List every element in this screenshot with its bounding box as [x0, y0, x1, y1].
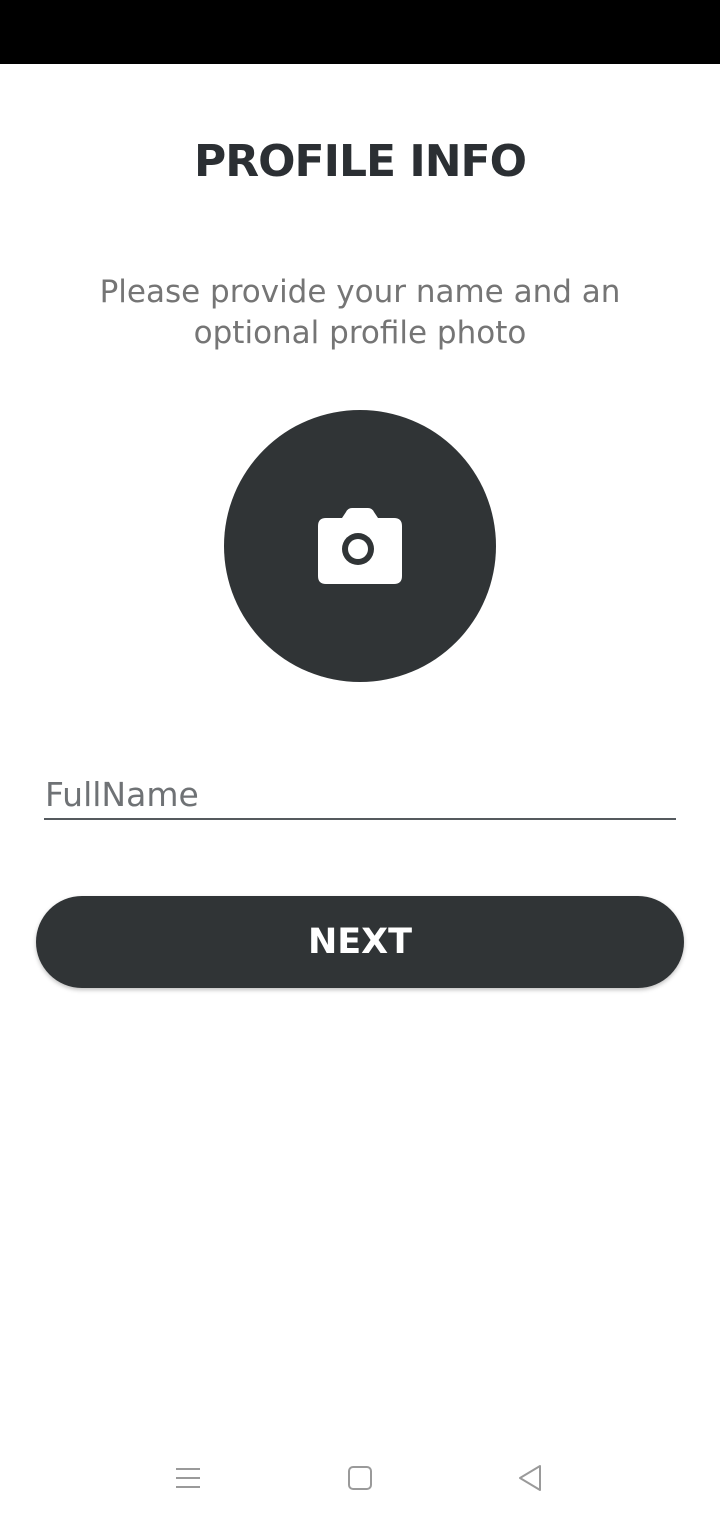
- home-icon: [348, 1466, 372, 1490]
- page-title: PROFILE INFO: [193, 136, 527, 187]
- back-icon: [519, 1465, 541, 1491]
- home-button[interactable]: [340, 1460, 380, 1496]
- full-name-field[interactable]: [44, 770, 676, 820]
- full-name-input[interactable]: [44, 770, 676, 818]
- system-nav-bar: [0, 1436, 720, 1520]
- camera-icon: [318, 508, 402, 584]
- profile-info-screen: PROFILE INFO Please provide your name an…: [0, 0, 720, 1520]
- recent-apps-button[interactable]: [168, 1460, 208, 1496]
- profile-photo-button[interactable]: [224, 410, 496, 682]
- status-bar: [0, 0, 720, 64]
- menu-icon: [176, 1468, 200, 1488]
- back-button[interactable]: [510, 1460, 550, 1496]
- page-subtitle: Please provide your name and an optional…: [99, 274, 621, 351]
- next-button[interactable]: NEXT: [36, 896, 684, 988]
